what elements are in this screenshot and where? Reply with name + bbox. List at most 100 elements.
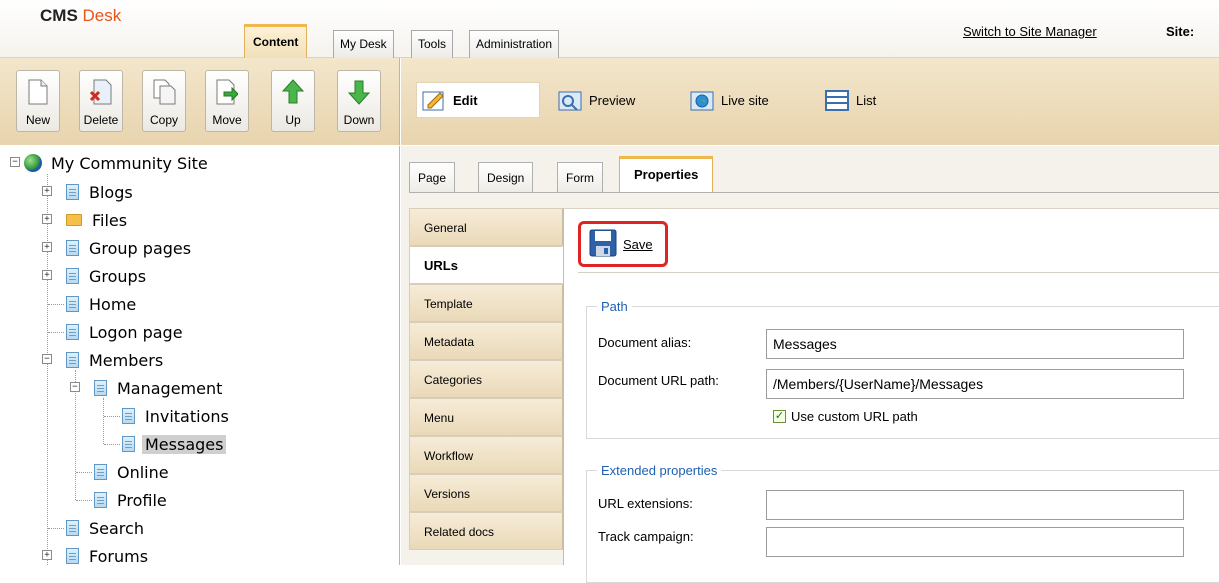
tree-node-label: Search [89,518,144,538]
properties-nav: General URLs Template Metadata Categorie… [409,208,563,550]
extended-properties-legend: Extended properties [601,463,718,478]
document-url-path-input[interactable] [766,369,1184,399]
collapse-toggle[interactable]: − [70,382,80,392]
copy-icon [152,79,176,108]
delete-button[interactable]: Delete [79,70,123,132]
tree-node-online[interactable]: Online [94,461,172,483]
tab-tools[interactable]: Tools [411,30,454,58]
url-extensions-label: URL extensions: [598,496,693,511]
globe-icon [24,154,42,172]
tree-connector [76,472,92,473]
use-custom-url-path-checkbox[interactable]: ✓ [773,410,786,423]
url-extensions-input[interactable] [766,490,1184,520]
page-icon [94,464,107,480]
save-button[interactable]: Save [578,221,668,267]
page-icon [122,408,135,424]
tree-connector [76,500,92,501]
tab-administration[interactable]: Administration [469,30,560,58]
vtab-related-docs[interactable]: Related docs [409,512,563,550]
document-toolbar: New Delete Copy Move Up Down [0,58,400,145]
view-mode-toolbar: Edit Preview Live site List [401,58,1219,145]
tree-node-invitations[interactable]: Invitations [122,405,232,427]
vtab-general[interactable]: General [409,208,563,246]
top-header: CMS Desk Content My Desk Tools Administr… [0,0,1219,58]
path-legend: Path [601,299,628,314]
vtab-workflow[interactable]: Workflow [409,436,563,474]
preview-view-button[interactable]: Preview [557,82,635,118]
new-button[interactable]: New [16,70,60,132]
tree-node-label: Online [117,462,169,482]
tree-node-logon-page[interactable]: Logon page [66,321,186,343]
tree-node-label: Forums [89,546,149,566]
move-icon [216,79,239,108]
tree-connector [48,304,64,305]
save-bar [578,209,1219,273]
down-button[interactable]: Down [337,70,381,132]
edit-icon [421,88,447,112]
tab-my-desk[interactable]: My Desk [333,30,394,58]
expand-toggle[interactable]: + [42,550,52,560]
tree-node-label: Profile [117,490,167,510]
document-alias-input[interactable] [766,329,1184,359]
live-site-view-button[interactable]: Live site [689,82,769,118]
edit-view-button[interactable]: Edit [416,82,540,118]
tree-node-files[interactable]: Files [66,209,130,231]
tree-node-label: Files [92,210,128,230]
switch-to-site-manager-link[interactable]: Switch to Site Manager [963,24,1097,39]
tree-node-label: Home [89,294,137,314]
tree-node-search[interactable]: Search [66,517,147,539]
track-campaign-label: Track campaign: [598,529,694,544]
page-icon [94,380,107,396]
brand-accent: Desk [82,6,122,25]
page-icon [94,492,107,508]
tree-node-messages[interactable]: Messages [122,433,227,455]
up-button[interactable]: Up [271,70,315,132]
tree-node-profile[interactable]: Profile [94,489,170,511]
expand-toggle[interactable]: + [42,214,52,224]
list-view-button[interactable]: List [824,82,876,118]
tree-node-blogs[interactable]: Blogs [66,181,136,203]
expand-toggle[interactable]: + [42,270,52,280]
tree-node-label: Management [117,378,223,398]
expand-toggle[interactable]: + [42,186,52,196]
arrow-down-icon [347,79,371,108]
collapse-toggle[interactable]: − [42,354,52,364]
expand-toggle[interactable]: + [42,242,52,252]
tree-node-label: Group pages [89,238,192,258]
tree-node-group-pages[interactable]: Group pages [66,237,194,259]
extended-properties-group: Extended properties [586,463,1219,583]
tree-node-forums[interactable]: Forums [66,545,151,565]
vtab-template[interactable]: Template [409,284,563,322]
tab-design[interactable]: Design [478,162,534,192]
content-tree: − My Community Site + Blogs + Files + Gr… [0,146,400,565]
down-label: Down [343,113,375,127]
tree-node-management[interactable]: Management [94,377,225,399]
page-icon [66,184,79,200]
vtab-menu[interactable]: Menu [409,398,563,436]
vtab-versions[interactable]: Versions [409,474,563,512]
save-label: Save [623,236,653,252]
list-label: List [856,92,877,108]
tree-node-members[interactable]: Members [66,349,166,371]
track-campaign-input[interactable] [766,527,1184,557]
tab-form[interactable]: Form [557,162,603,192]
vtab-categories[interactable]: Categories [409,360,563,398]
tab-page[interactable]: Page [409,162,456,192]
collapse-root-toggle[interactable]: − [10,157,20,167]
vtab-urls[interactable]: URLs [409,246,563,284]
vtab-metadata[interactable]: Metadata [409,322,563,360]
tab-properties[interactable]: Properties [619,156,714,192]
tree-node-label: Messages [142,434,227,454]
move-label: Move [212,113,242,127]
tree-connector [104,416,120,417]
tree-node-label: Blogs [89,182,133,202]
tree-node-groups[interactable]: Groups [66,265,149,287]
tree-node-root[interactable]: My Community Site [24,152,211,174]
tab-divider [409,192,1219,193]
tab-content[interactable]: Content [244,24,308,58]
move-button[interactable]: Move [205,70,249,132]
urls-properties-panel: Save Path Document alias: Document URL p… [563,208,1219,583]
copy-button[interactable]: Copy [142,70,186,132]
tree-node-home[interactable]: Home [66,293,139,315]
save-icon [589,229,617,260]
